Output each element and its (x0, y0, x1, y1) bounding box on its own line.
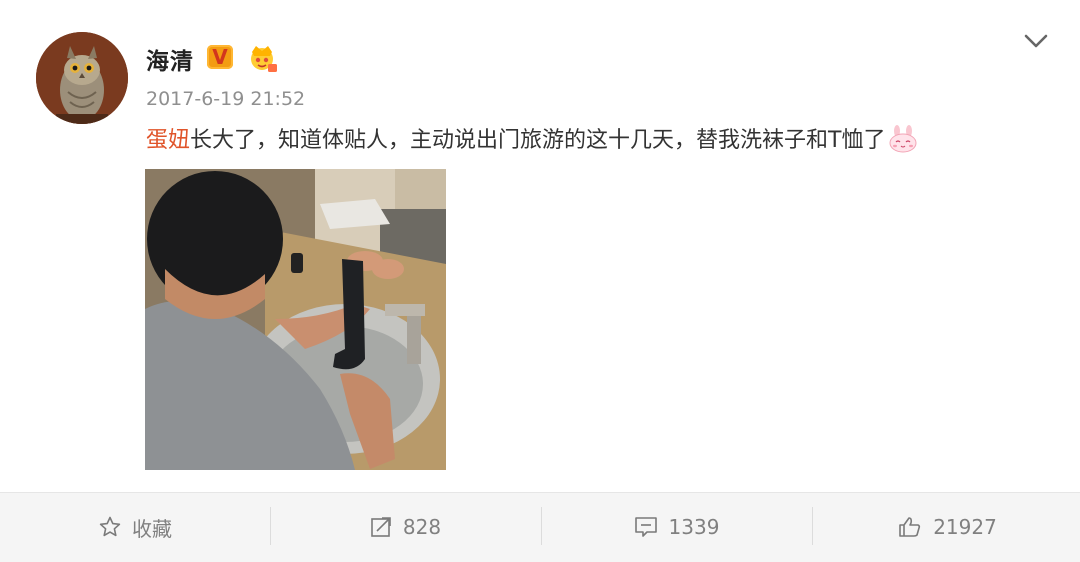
post-timestamp[interactable]: 2017-6-19 21:52 (146, 88, 305, 110)
repost-button[interactable]: 828 (270, 493, 540, 561)
post-body: 长大了，知道体贴人，主动说出门旅游的这十几天，替我洗袜子和T恤了 (190, 128, 886, 153)
comment-icon (634, 517, 657, 537)
post-action-bar: 收藏 828 1339 21927 (0, 492, 1080, 562)
weibo-post-card: 海清 V 2017-6-19 21:52 蛋妞长大了，知道体贴人，主动说出门旅游… (0, 0, 1080, 492)
comment-count: 1339 (668, 515, 720, 539)
username[interactable]: 海清 (146, 42, 194, 76)
favorite-label: 收藏 (132, 516, 172, 541)
post-photo[interactable] (145, 169, 446, 470)
verified-badge-icon: V (207, 45, 233, 69)
bunny-emoji-icon (889, 125, 917, 153)
crown-badge-icon (251, 46, 277, 72)
repost-count: 828 (402, 515, 442, 539)
like-count: 21927 (933, 515, 997, 539)
post-body-text: 蛋妞长大了，知道体贴人，主动说出门旅游的这十几天，替我洗袜子和T恤了 (146, 124, 919, 158)
like-button[interactable]: 21927 (812, 493, 1080, 561)
chevron-down-icon[interactable] (1022, 30, 1050, 54)
favorite-button[interactable]: 收藏 (0, 493, 270, 561)
star-icon (99, 516, 121, 537)
user-avatar[interactable] (36, 32, 128, 124)
repost-icon (371, 517, 391, 537)
comment-button[interactable]: 1339 (541, 493, 811, 561)
thumbs-up-icon (899, 517, 921, 537)
mention-link[interactable]: 蛋妞 (146, 128, 190, 153)
